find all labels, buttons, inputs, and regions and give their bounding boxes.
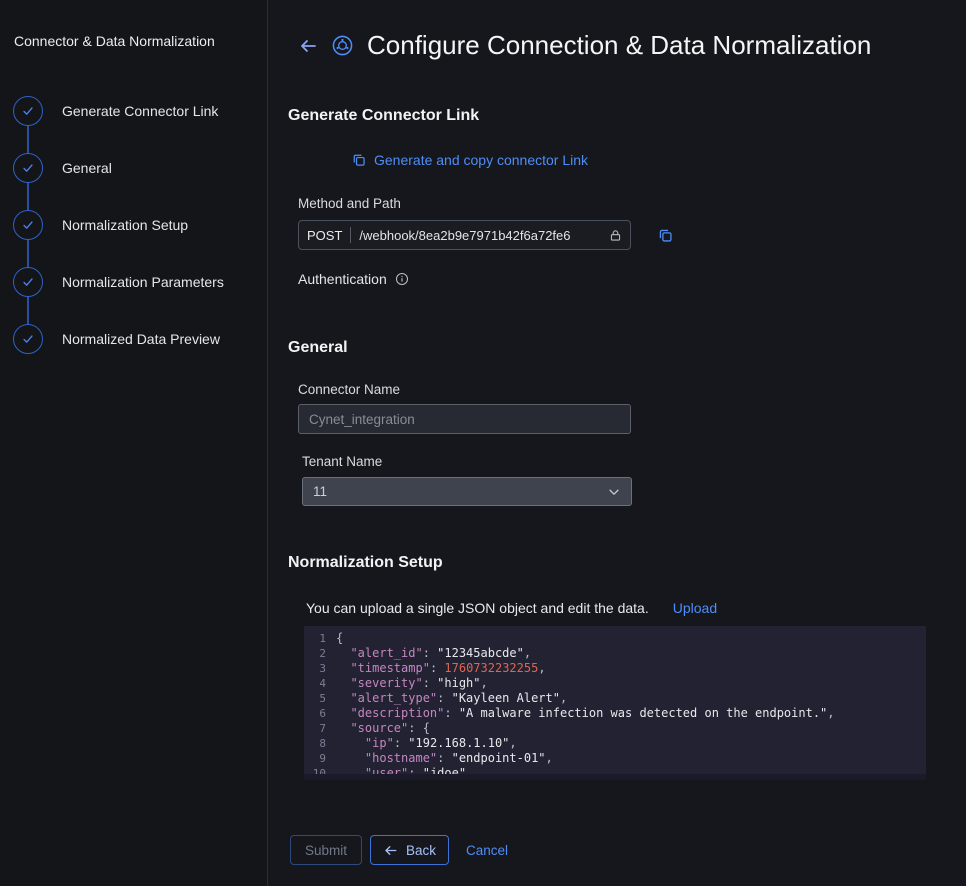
code-text: "ip": "192.168.1.10", <box>336 736 517 751</box>
step-label: Generate Connector Link <box>62 103 218 119</box>
step-label: Normalization Setup <box>62 217 188 233</box>
authentication-label: Authentication <box>298 271 387 287</box>
lock-icon <box>609 229 622 242</box>
section-heading-general: General <box>288 339 348 357</box>
app-logo-icon <box>332 35 353 56</box>
http-method: POST <box>307 228 342 243</box>
upload-hint-text: You can upload a single JSON object and … <box>306 600 649 616</box>
info-icon[interactable] <box>395 272 409 286</box>
code-text: "alert_type": "Kayleen Alert", <box>336 691 567 706</box>
code-text: { <box>336 631 343 646</box>
page-title: Configure Connection & Data Normalizatio… <box>367 30 871 61</box>
app-window: Connector & Data Normalization Generate … <box>0 0 966 886</box>
line-number: 5 <box>304 691 326 706</box>
cancel-button[interactable]: Cancel <box>466 835 508 865</box>
chevron-down-icon <box>607 485 621 499</box>
copy-path-button[interactable] <box>658 228 673 243</box>
code-lines: 1{2 "alert_id": "12345abcde",3 "timestam… <box>304 631 926 780</box>
back-arrow-icon[interactable] <box>298 36 318 56</box>
line-number: 7 <box>304 721 326 736</box>
step-check-icon <box>13 96 43 126</box>
step-check-icon <box>13 210 43 240</box>
step-label: Normalized Data Preview <box>62 331 220 347</box>
stepper-step[interactable]: Normalization Setup <box>13 210 188 240</box>
step-check-icon <box>13 153 43 183</box>
step-label: General <box>62 160 112 176</box>
code-line[interactable]: 7 "source": { <box>304 721 926 736</box>
stepper-step[interactable]: Normalization Parameters <box>13 267 224 297</box>
stepper-step[interactable]: Generate Connector Link <box>13 96 218 126</box>
sidebar-title: Connector & Data Normalization <box>14 33 215 49</box>
upload-link[interactable]: Upload <box>673 600 717 616</box>
line-number: 9 <box>304 751 326 766</box>
code-line[interactable]: 5 "alert_type": "Kayleen Alert", <box>304 691 926 706</box>
line-number: 4 <box>304 676 326 691</box>
code-line[interactable]: 6 "description": "A malware infection wa… <box>304 706 926 721</box>
sidebar: Connector & Data Normalization Generate … <box>0 0 268 886</box>
line-number: 2 <box>304 646 326 661</box>
step-label: Normalization Parameters <box>62 274 224 290</box>
code-line[interactable]: 8 "ip": "192.168.1.10", <box>304 736 926 751</box>
code-text: "timestamp": 1760732232255, <box>336 661 546 676</box>
code-line[interactable]: 2 "alert_id": "12345abcde", <box>304 646 926 661</box>
code-text: "alert_id": "12345abcde", <box>336 646 531 661</box>
upload-hint-row: You can upload a single JSON object and … <box>306 600 717 616</box>
connector-name-label: Connector Name <box>298 382 400 397</box>
generate-copy-connector-link[interactable]: Generate and copy connector Link <box>352 152 588 168</box>
tenant-name-select[interactable]: 11 <box>302 477 632 506</box>
code-text: "hostname": "endpoint-01", <box>336 751 553 766</box>
step-check-icon <box>13 267 43 297</box>
submit-button[interactable]: Submit <box>290 835 362 865</box>
back-button[interactable]: Back <box>370 835 449 865</box>
line-number: 3 <box>304 661 326 676</box>
code-line[interactable]: 4 "severity": "high", <box>304 676 926 691</box>
code-text: "description": "A malware infection was … <box>336 706 835 721</box>
code-line[interactable]: 9 "hostname": "endpoint-01", <box>304 751 926 766</box>
stepper-step[interactable]: Normalized Data Preview <box>13 324 220 354</box>
field-divider <box>350 227 351 243</box>
method-and-path-field[interactable]: POST /webhook/8ea2b9e7971b42f6a72fe6 <box>298 220 631 250</box>
back-button-arrow-icon <box>383 843 398 858</box>
stepper-step[interactable]: General <box>13 153 112 183</box>
webhook-path: /webhook/8ea2b9e7971b42f6a72fe6 <box>359 228 601 243</box>
code-line[interactable]: 3 "timestamp": 1760732232255, <box>304 661 926 676</box>
code-text: "source": { <box>336 721 430 736</box>
section-heading-normalization-setup: Normalization Setup <box>288 554 443 572</box>
tenant-name-label: Tenant Name <box>302 454 382 469</box>
json-code-editor[interactable]: 1{2 "alert_id": "12345abcde",3 "timestam… <box>304 626 926 780</box>
connector-name-input[interactable] <box>298 404 631 434</box>
line-number: 8 <box>304 736 326 751</box>
step-check-icon <box>13 324 43 354</box>
line-number: 1 <box>304 631 326 646</box>
code-text: "severity": "high", <box>336 676 488 691</box>
editor-horizontal-scrollbar[interactable] <box>304 774 926 780</box>
tenant-name-value: 11 <box>313 484 327 499</box>
authentication-row[interactable]: Authentication <box>298 271 409 287</box>
page-header: Configure Connection & Data Normalizatio… <box>298 30 871 61</box>
back-button-label: Back <box>406 843 436 858</box>
copy-icon <box>352 153 366 167</box>
generate-copy-link-label: Generate and copy connector Link <box>374 152 588 168</box>
code-line[interactable]: 1{ <box>304 631 926 646</box>
line-number: 6 <box>304 706 326 721</box>
method-and-path-label: Method and Path <box>298 196 401 211</box>
section-heading-generate-connector-link: Generate Connector Link <box>288 107 479 125</box>
main-content: Configure Connection & Data Normalizatio… <box>268 0 966 886</box>
